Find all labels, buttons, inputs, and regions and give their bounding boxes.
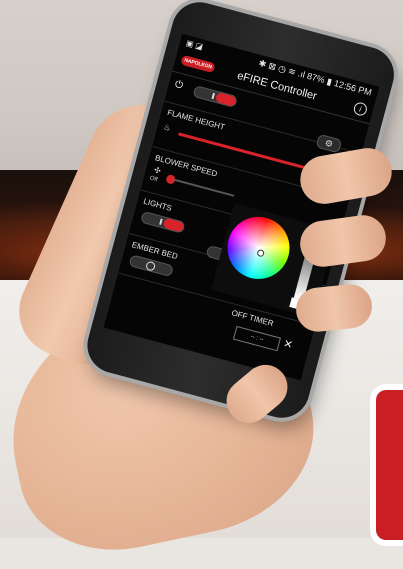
off-timer-input[interactable]: -- : -- — [232, 325, 281, 352]
toggle-knob — [145, 260, 157, 272]
brand-logo: NAPOLEON — [180, 54, 216, 74]
product-box-edge — [376, 390, 403, 540]
off-timer-clear-button[interactable]: ✕ — [282, 337, 294, 352]
toggle-knob — [159, 218, 163, 225]
info-icon[interactable]: i — [352, 101, 369, 118]
toggle-knob — [211, 92, 215, 100]
